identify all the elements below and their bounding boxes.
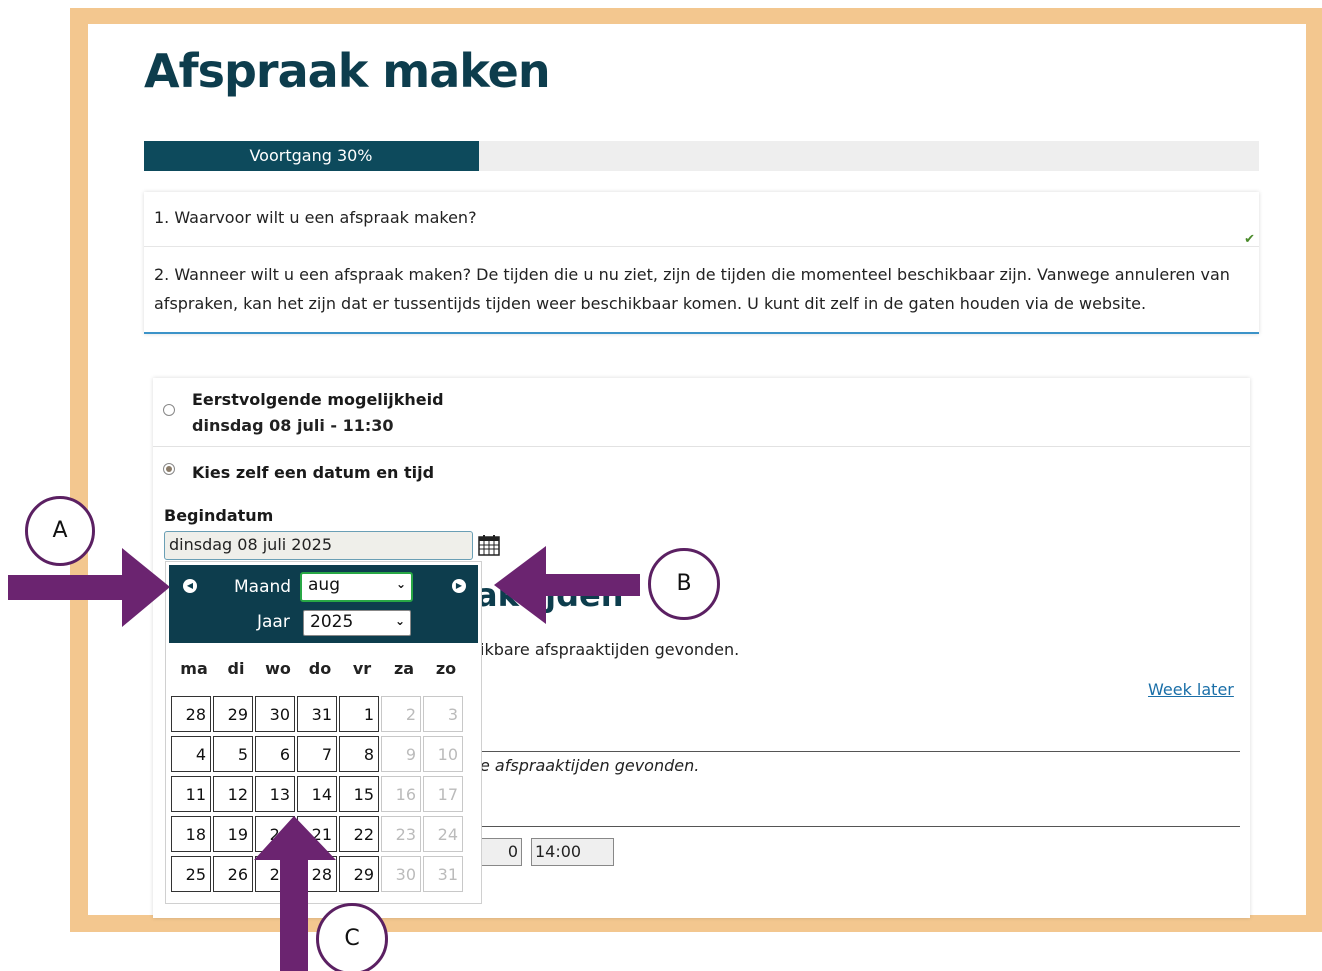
annotation-label-b: B [648, 548, 720, 620]
weekday-header: ma [180, 659, 208, 678]
calendar-day[interactable]: 30 [255, 696, 295, 732]
calendar-day[interactable]: 22 [339, 816, 379, 852]
radio-first-available[interactable] [163, 404, 175, 416]
begin-date-label: Begindatum [164, 506, 274, 525]
weekday-header: do [308, 659, 332, 678]
annotation-arrow-a [8, 548, 170, 627]
first-available-datetime: dinsdag 08 juli - 11:30 [192, 416, 394, 435]
calendar-day: 3 [423, 696, 463, 732]
month-select[interactable]: aug ⌄ [300, 572, 413, 602]
calendar-day[interactable]: 11 [171, 776, 211, 812]
chevron-down-icon: ⌄ [395, 577, 406, 591]
begin-date-input[interactable]: dinsdag 08 juli 2025 [164, 531, 473, 560]
weekday-header: di [227, 659, 245, 678]
weekday-header: vr [352, 659, 372, 678]
calendar-day: 31 [423, 856, 463, 892]
chevron-down-icon: ⌄ [394, 614, 405, 628]
week-later-link[interactable]: Week later [1148, 680, 1234, 699]
calendar-day[interactable]: 15 [339, 776, 379, 812]
year-select-value: 2025 [310, 612, 354, 632]
calendar-day: 30 [381, 856, 421, 892]
weekday-header: wo [265, 659, 291, 678]
checkmark-icon: ✔ [1244, 232, 1255, 247]
calendar-day: 17 [423, 776, 463, 812]
page-title: Afspraak maken [144, 44, 551, 98]
calendar-day[interactable]: 29 [213, 696, 253, 732]
calendar-day: 10 [423, 736, 463, 772]
calendar-day[interactable]: 14 [297, 776, 337, 812]
calendar-day[interactable]: 31 [297, 696, 337, 732]
calendar-day[interactable]: 18 [171, 816, 211, 852]
datepicker-header: ◀ Maand aug ⌄ ▶ Jaar 2025 ⌄ [169, 565, 478, 643]
calendar-day: 16 [381, 776, 421, 812]
calendar-day[interactable]: 26 [213, 856, 253, 892]
calendar-day[interactable]: 7 [297, 736, 337, 772]
no-times-message: ikbare afspraaktijden gevonden. [480, 640, 740, 659]
first-available-title: Eerstvolgende mogelijkheid [192, 390, 444, 409]
steps-card: 1. Waarvoor wilt u een afspraak maken? ✔… [144, 192, 1259, 334]
calendar-day[interactable]: 13 [255, 776, 295, 812]
annotation-label-a: A [25, 496, 95, 566]
chevron-left-icon[interactable]: ◀ [183, 579, 197, 593]
month-label: Maand [234, 577, 292, 597]
year-select[interactable]: 2025 ⌄ [303, 610, 411, 636]
time-slot[interactable]: 14:00 [531, 838, 614, 866]
calendar-day: 2 [381, 696, 421, 732]
step-2-question: 2. Wanneer wilt u een afspraak maken? De… [154, 265, 1230, 313]
chevron-right-icon[interactable]: ▶ [452, 579, 466, 593]
active-step-underline [144, 332, 1259, 334]
calendar-day[interactable]: 29 [339, 856, 379, 892]
choose-date-title: Kies zelf een datum en tijd [192, 463, 435, 482]
divider [144, 246, 1259, 247]
weekday-header: za [393, 659, 415, 678]
annotation-label-c: C [316, 903, 388, 971]
calendar-day[interactable]: 28 [171, 696, 211, 732]
calendar-day[interactable]: 25 [171, 856, 211, 892]
calendar-day[interactable]: 19 [213, 816, 253, 852]
calendar-day: 24 [423, 816, 463, 852]
weekday-header: zo [435, 659, 457, 678]
progress-label: Voortgang 30% [249, 146, 373, 165]
divider [153, 446, 1250, 447]
calendar-day[interactable]: 1 [339, 696, 379, 732]
calendar-day[interactable]: 8 [339, 736, 379, 772]
calendar-day[interactable]: 5 [213, 736, 253, 772]
divider [468, 826, 1240, 827]
step-1-question[interactable]: 1. Waarvoor wilt u een afspraak maken? [154, 208, 477, 227]
annotation-arrow-b [494, 546, 640, 624]
calendar-day[interactable]: 6 [255, 736, 295, 772]
year-label: Jaar [257, 612, 290, 632]
calendar-day: 9 [381, 736, 421, 772]
divider [468, 751, 1240, 752]
calendar-day[interactable]: 4 [171, 736, 211, 772]
progress-bar: Voortgang 30% [144, 141, 1259, 171]
radio-choose-date[interactable] [163, 463, 175, 475]
no-times-message-2: e afspraaktijden gevonden. [480, 756, 700, 775]
calendar-day[interactable]: 12 [213, 776, 253, 812]
calendar-day: 23 [381, 816, 421, 852]
month-select-value: aug [308, 575, 340, 595]
